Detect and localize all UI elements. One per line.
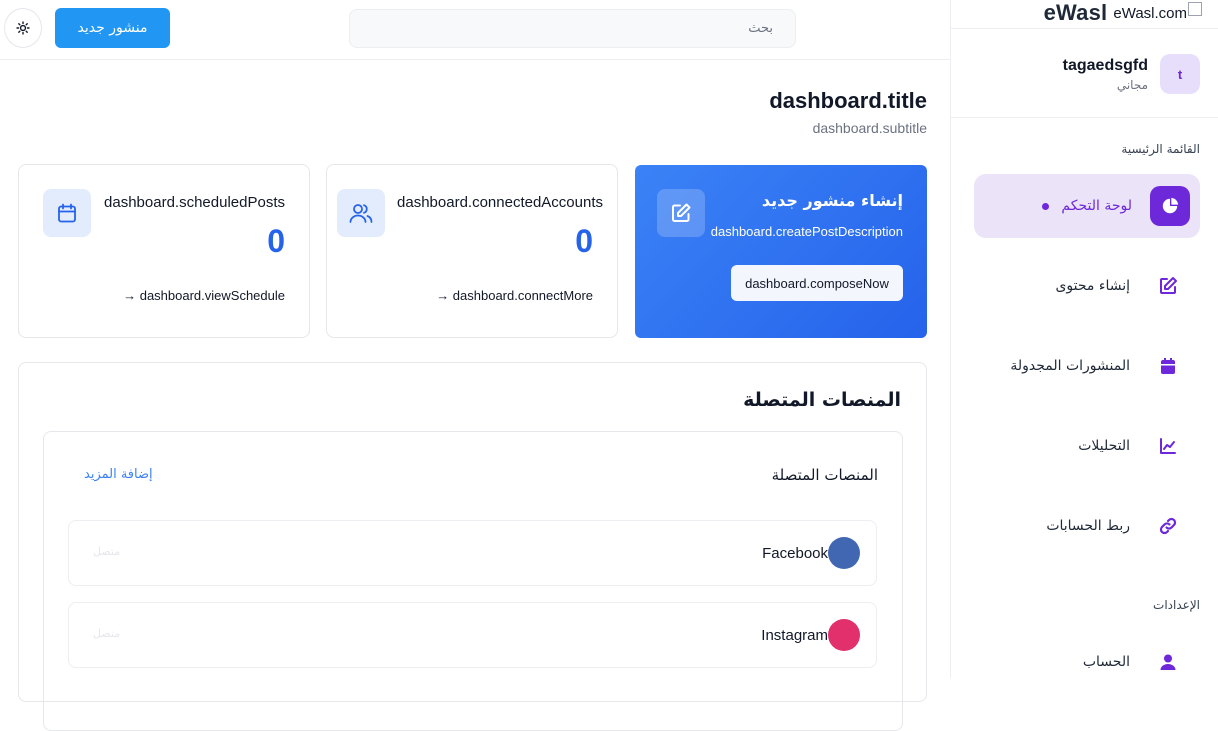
logo-image-alt: eWasl.com: [1113, 4, 1187, 22]
search-placeholder: بحث: [748, 21, 773, 36]
logo-image: eWasl.com: [1113, 2, 1202, 22]
connected-platforms-list: المنصات المتصلة إضافة المزيد Facebook مت…: [43, 431, 903, 731]
page-subtitle: dashboard.subtitle: [812, 120, 927, 136]
create-post-card: إنشاء منشور جديد dashboard.createPostDes…: [635, 165, 927, 338]
platform-name: Instagram: [761, 627, 828, 644]
avatar: t: [1160, 54, 1200, 94]
divider: [951, 117, 1218, 118]
instagram-icon: [828, 619, 860, 651]
sidebar-item-analytics[interactable]: التحليلات: [974, 414, 1200, 478]
card-title: dashboard.scheduledPosts: [104, 194, 285, 211]
card-title: dashboard.connectedAccounts: [397, 194, 603, 211]
create-post-description: dashboard.createPostDescription: [710, 224, 903, 239]
sidebar-item-label: ربط الحسابات: [1046, 518, 1130, 534]
active-indicator-dot: [1042, 202, 1050, 210]
logo[interactable]: eWasl eWasl.com: [1044, 0, 1202, 26]
sidebar: eWasl eWasl.com t tagaedsgfd مجاني القائ…: [950, 0, 1218, 678]
divider: [951, 28, 1218, 29]
add-more-link[interactable]: إضافة المزيد: [84, 467, 153, 482]
search-input[interactable]: بحث: [349, 9, 796, 48]
calendar-icon: [1148, 346, 1188, 386]
profile-text: tagaedsgfd مجاني: [1063, 57, 1148, 92]
compose-now-button[interactable]: dashboard.composeNow: [731, 265, 903, 301]
sidebar-item-label: إنشاء محتوى: [1055, 278, 1130, 294]
sidebar-item-label: الحساب: [1082, 654, 1130, 670]
view-schedule-link[interactable]: → dashboard.viewSchedule: [123, 288, 285, 303]
theme-toggle-button[interactable]: [4, 8, 42, 48]
platform-status: متصل: [93, 627, 121, 640]
settings-label: الإعدادات: [1153, 598, 1200, 612]
edit-icon: [1148, 266, 1188, 306]
create-post-title: إنشاء منشور جديد: [761, 191, 903, 210]
link-icon: [1148, 506, 1188, 546]
sidebar-item-create-content[interactable]: إنشاء محتوى: [974, 254, 1200, 318]
platform-row-instagram[interactable]: Instagram متصل: [68, 602, 877, 668]
broken-image-icon: [1188, 2, 1202, 16]
main-menu-label: القائمة الرئيسية: [1121, 142, 1200, 156]
line-chart-icon: [1148, 426, 1188, 466]
users-icon: [337, 189, 385, 237]
page-title: dashboard.title: [769, 88, 927, 113]
user-plan: مجاني: [1116, 77, 1148, 92]
sidebar-item-label: لوحة التحكم: [1061, 198, 1132, 214]
list-title: المنصات المتصلة: [771, 466, 878, 484]
sidebar-item-account[interactable]: الحساب: [974, 630, 1200, 694]
platform-status: متصل: [93, 545, 121, 558]
facebook-icon: [828, 537, 860, 569]
sidebar-item-label: التحليلات: [1078, 438, 1130, 454]
platform-row-facebook[interactable]: Facebook متصل: [68, 520, 877, 586]
pie-chart-icon: [1150, 186, 1190, 226]
sidebar-item-scheduled-posts[interactable]: المنشورات المجدولة: [974, 334, 1200, 398]
sun-icon: [16, 21, 30, 35]
sidebar-item-label: المنشورات المجدولة: [1010, 358, 1130, 374]
new-post-button[interactable]: منشور جديد: [55, 8, 170, 48]
connected-accounts-card: dashboard.connectedAccounts 0 → dashboar…: [326, 164, 618, 338]
sidebar-item-dashboard[interactable]: لوحة التحكم: [974, 174, 1200, 238]
scheduled-posts-count: 0: [267, 223, 285, 259]
user-icon: [1148, 642, 1188, 682]
logo-text: eWasl: [1043, 0, 1108, 25]
connected-accounts-count: 0: [575, 223, 593, 259]
scheduled-posts-card: dashboard.scheduledPosts 0 → dashboard.v…: [18, 164, 310, 338]
platform-name: Facebook: [762, 545, 828, 562]
user-profile[interactable]: t tagaedsgfd مجاني: [980, 52, 1200, 96]
sidebar-item-link-accounts[interactable]: ربط الحسابات: [974, 494, 1200, 558]
connected-platforms-panel: المنصات المتصلة المنصات المتصلة إضافة ال…: [18, 362, 927, 731]
connect-more-link[interactable]: → dashboard.connectMore: [436, 288, 593, 303]
calendar-icon: [43, 189, 91, 237]
edit-icon: [657, 189, 705, 237]
panel-title: المنصات المتصلة: [743, 389, 901, 411]
user-name: tagaedsgfd: [1062, 56, 1148, 74]
top-bar: منشور جديد بحث: [0, 0, 950, 60]
